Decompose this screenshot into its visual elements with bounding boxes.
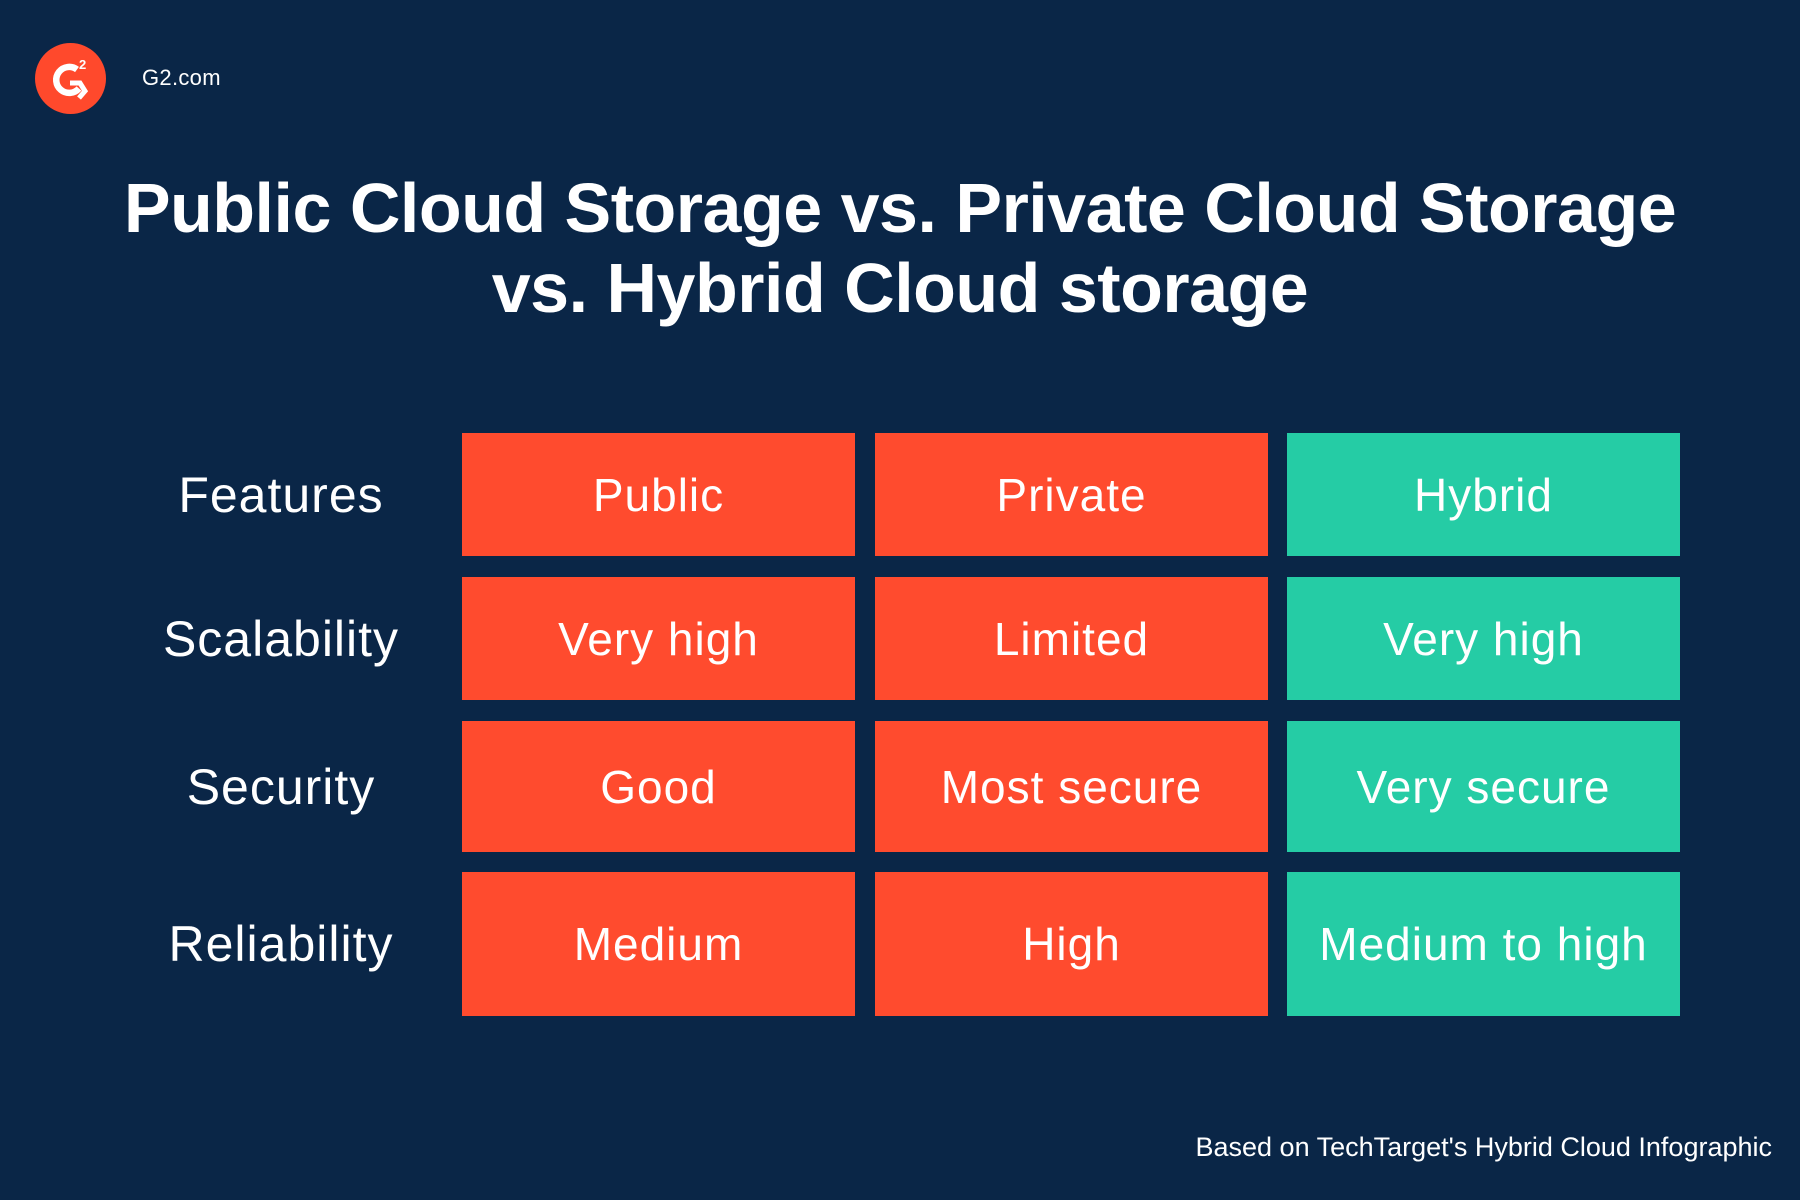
cell-scalability-private: Limited — [875, 577, 1268, 700]
cell-security-hybrid: Very secure — [1287, 721, 1680, 852]
comparison-table: Features Public Private Hybrid Scalabili… — [0, 0, 1800, 1200]
row-label-reliability: Reliability — [168, 916, 394, 972]
column-header-private: Private — [875, 433, 1268, 556]
cell-reliability-public: Medium — [462, 872, 855, 1016]
column-header-hybrid: Hybrid — [1287, 433, 1680, 556]
cell-scalability-hybrid: Very high — [1287, 577, 1680, 700]
row-label-security: Security — [186, 758, 376, 815]
cell-reliability-private: High — [875, 872, 1268, 1016]
cell-security-private: Most secure — [875, 721, 1268, 852]
column-header-public: Public — [462, 433, 855, 556]
cell-scalability-public: Very high — [462, 577, 855, 700]
cell-security-public: Good — [462, 721, 855, 852]
row-label-features: Features — [178, 466, 384, 523]
row-label-scalability: Scalability — [162, 610, 400, 667]
cell-reliability-hybrid: Medium to high — [1287, 872, 1680, 1016]
source-credit: Based on TechTarget's Hybrid Cloud Infog… — [1195, 1132, 1773, 1162]
